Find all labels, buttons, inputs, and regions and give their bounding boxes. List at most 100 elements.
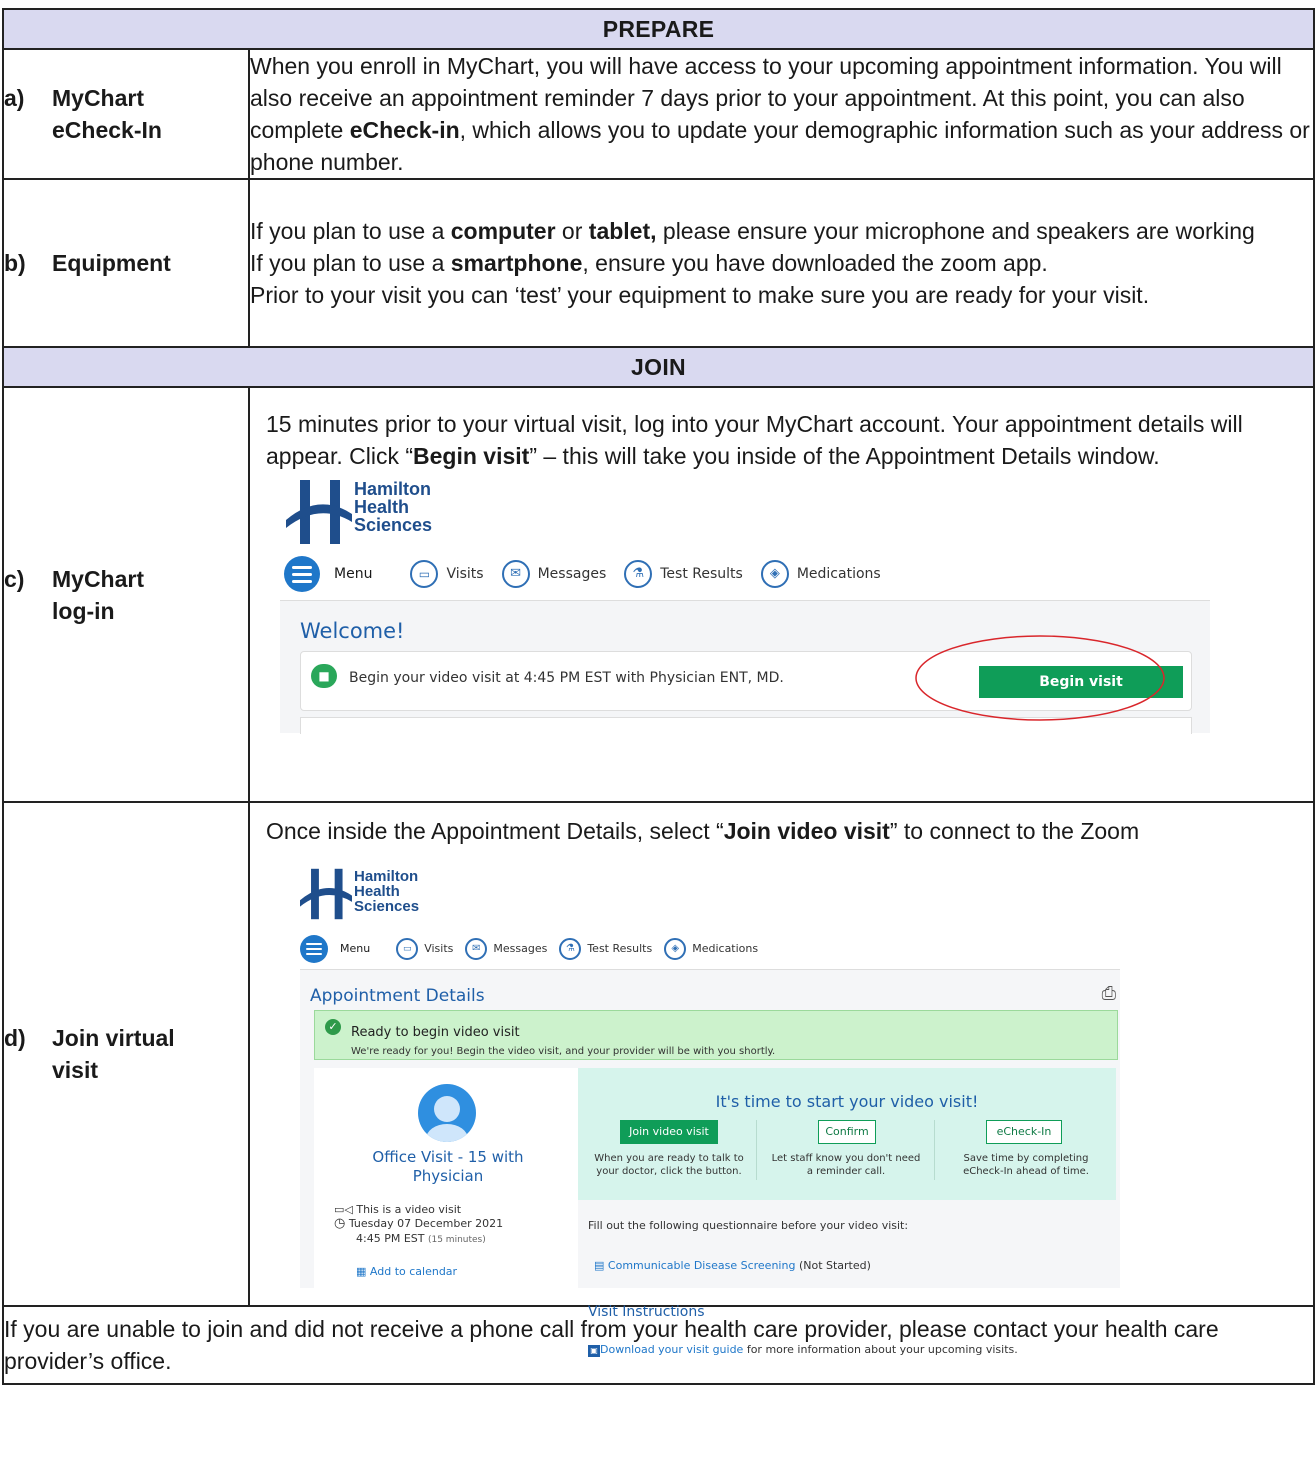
appt-date: Tuesday 07 December 2021 xyxy=(348,1217,504,1230)
row-a-text: When you enroll in MyChart, you will hav… xyxy=(248,48,1315,180)
row-d-letter: d) xyxy=(4,1025,26,1051)
hhs-logo-icon xyxy=(286,480,352,544)
nav2-messages[interactable]: ✉ Messages xyxy=(465,933,559,965)
row-c-letter: c) xyxy=(4,565,25,592)
row-b-l1e: please ensure your microphone and speake… xyxy=(656,218,1255,244)
document-icon: ▣ xyxy=(588,1345,600,1357)
appt-duration: (15 minutes) xyxy=(427,1235,486,1245)
row-b-tablet: tablet, xyxy=(588,218,657,244)
row-b-smartphone: smartphone xyxy=(450,250,583,276)
screening-link[interactable]: Communicable Disease Screening xyxy=(608,1259,796,1272)
start-video-panel: It's time to start your video visit! Joi… xyxy=(578,1068,1116,1200)
calendar-icon-2: ▭ xyxy=(396,938,419,960)
flask-icon-2: ⚗ xyxy=(559,938,582,960)
nav2-messages-label: Messages xyxy=(493,942,548,955)
row-a-label-1: MyChart xyxy=(52,85,145,111)
appointment-details-screenshot: Hamilton Health Sciences Menu ▭ Visits ✉ M… xyxy=(250,847,1290,1357)
start-video-title: It's time to start your video visit! xyxy=(715,1092,979,1111)
video-visit-text: This is a video visit xyxy=(356,1203,462,1216)
menu-icon-2[interactable] xyxy=(300,935,328,963)
provider-avatar-icon xyxy=(418,1084,476,1142)
pill-icon: ◈ xyxy=(760,560,789,588)
row-b-label-text: Equipment xyxy=(52,250,171,276)
screening-status: (Not Started) xyxy=(798,1259,871,1272)
nav2-test-results-label: Test Results xyxy=(587,942,653,955)
guide-rest-text: for more information about your upcoming… xyxy=(743,1343,1018,1356)
menu-icon[interactable] xyxy=(284,556,320,592)
page-top-strip xyxy=(0,0,1315,8)
row-b-l2a: If you plan to use a xyxy=(250,250,451,276)
welcome-heading: Welcome! xyxy=(300,619,405,643)
join-video-visit-button[interactable]: Join video visit xyxy=(620,1120,718,1144)
row-a-letter: a) xyxy=(4,85,25,111)
nav-visits-label: Visits xyxy=(446,566,484,582)
nav-medications-label: Medications xyxy=(796,566,881,582)
nav2-visits[interactable]: ▭ Visits xyxy=(396,933,465,965)
confirm-button[interactable]: Confirm xyxy=(818,1120,876,1144)
row-c-text: 15 minutes prior to your virtual visit, … xyxy=(250,388,1313,472)
logo-line-3: Sciences xyxy=(354,515,433,535)
hhs-logo-2: Hamilton Health Sciences xyxy=(300,867,419,921)
appt-title: Appointment Details xyxy=(310,986,485,1006)
row-d-bold: Join video visit xyxy=(723,818,890,844)
row-b-text: If you plan to use a computer or tablet,… xyxy=(248,178,1315,348)
nav-visits[interactable]: ▭ Visits xyxy=(410,558,501,590)
nav2-visits-label: Visits xyxy=(424,942,454,955)
nav-messages[interactable]: ✉ Messages xyxy=(501,558,625,590)
date-time-block: ◷ Tuesday 07 December 2021 4:45 PM EST (… xyxy=(334,1216,503,1248)
section-join: JOIN xyxy=(2,346,1315,388)
guide-line: ▣ Download your visit guide for more info… xyxy=(588,1334,1108,1366)
row-a-label-2: eCheck-In xyxy=(52,117,162,143)
highlight-circle xyxy=(915,635,1165,721)
nav-messages-label: Messages xyxy=(537,566,607,582)
download-guide-link[interactable]: Download your visit guide xyxy=(600,1343,743,1356)
ready-subtitle: We're ready for you! Begin the video vis… xyxy=(351,1046,776,1057)
row-d-label-1: Join virtual xyxy=(52,1025,175,1051)
nav-medications[interactable]: ◈ Medications xyxy=(760,558,881,590)
nav2-test-results[interactable]: ⚗ Test Results xyxy=(559,933,664,965)
hhs-logo-icon-2 xyxy=(300,868,352,920)
row-b-letter: b) xyxy=(4,250,26,276)
nav-menu[interactable]: Menu xyxy=(334,558,372,590)
row-b-l1a: If you plan to use a xyxy=(250,218,451,244)
row-c-bold: Begin visit xyxy=(413,443,530,469)
video-chat-icon: ■ xyxy=(311,664,337,688)
row-d-content: Once inside the Appointment Details, sel… xyxy=(248,801,1315,1357)
add-to-calendar-link[interactable]: ▦ Add to calendar xyxy=(356,1256,457,1288)
print-icon[interactable]: ⎙ xyxy=(1102,978,1116,1010)
row-a-bold: eCheck-in xyxy=(349,117,460,143)
nav2-medications-label: Medications xyxy=(692,942,759,955)
pill-icon-2: ◈ xyxy=(664,938,687,960)
questionnaire-intro: Fill out the following questionnaire bef… xyxy=(588,1219,909,1232)
nav2-medications[interactable]: ◈ Medications xyxy=(664,933,758,965)
row-c-label: c) MyChart log-in xyxy=(2,386,250,803)
clock-icon: ◷ xyxy=(334,1216,346,1231)
add-to-calendar-text: Add to calendar xyxy=(369,1265,458,1278)
row-c-label-2: log-in xyxy=(52,597,115,624)
envelope-icon: ✉ xyxy=(501,560,530,588)
instructions-table: PREPARE a) MyChart eCheck-In When you enro… xyxy=(2,8,1315,1385)
calendar-icon: ▭ xyxy=(410,560,439,588)
appt-panel: Appointment Details ⎙ ✓ Ready to begin v… xyxy=(300,969,1120,1357)
calendar-plus-icon: ▦ xyxy=(356,1265,367,1278)
row-c-label-1: MyChart xyxy=(52,565,145,592)
row-b-l3: Prior to your visit you can ‘test’ your … xyxy=(250,282,1150,308)
row-d-t2: ” to connect to the Zoom xyxy=(889,818,1140,844)
row-c-t2: ” – this will take you inside of the App… xyxy=(529,443,1160,469)
nav-test-results-label: Test Results xyxy=(660,566,743,582)
clipboard-icon: ▤ xyxy=(594,1259,605,1272)
logo2-line-3: Sciences xyxy=(354,898,420,915)
nav-test-results[interactable]: ⚗ Test Results xyxy=(624,558,761,590)
echeck-in-button[interactable]: eCheck-In xyxy=(986,1120,1062,1144)
row-d-label-2: visit xyxy=(52,1057,99,1083)
logo2-line-2: Health xyxy=(354,883,400,900)
row-b-l2c: , ensure you have downloaded the zoom ap… xyxy=(582,250,1048,276)
envelope-icon-2: ✉ xyxy=(465,938,488,960)
video-visit-message: Begin your video visit at 4:45 PM EST wi… xyxy=(349,670,784,686)
row-b-l1c: or xyxy=(555,218,589,244)
row-c-content: 15 minutes prior to your virtual visit, … xyxy=(248,386,1315,803)
nav2-menu[interactable]: Menu xyxy=(340,933,370,965)
row-d-label: d) Join virtual visit xyxy=(2,801,250,1307)
row-d-t1: Once inside the Appointment Details, sel… xyxy=(266,818,724,844)
row-b-computer: computer xyxy=(450,218,556,244)
